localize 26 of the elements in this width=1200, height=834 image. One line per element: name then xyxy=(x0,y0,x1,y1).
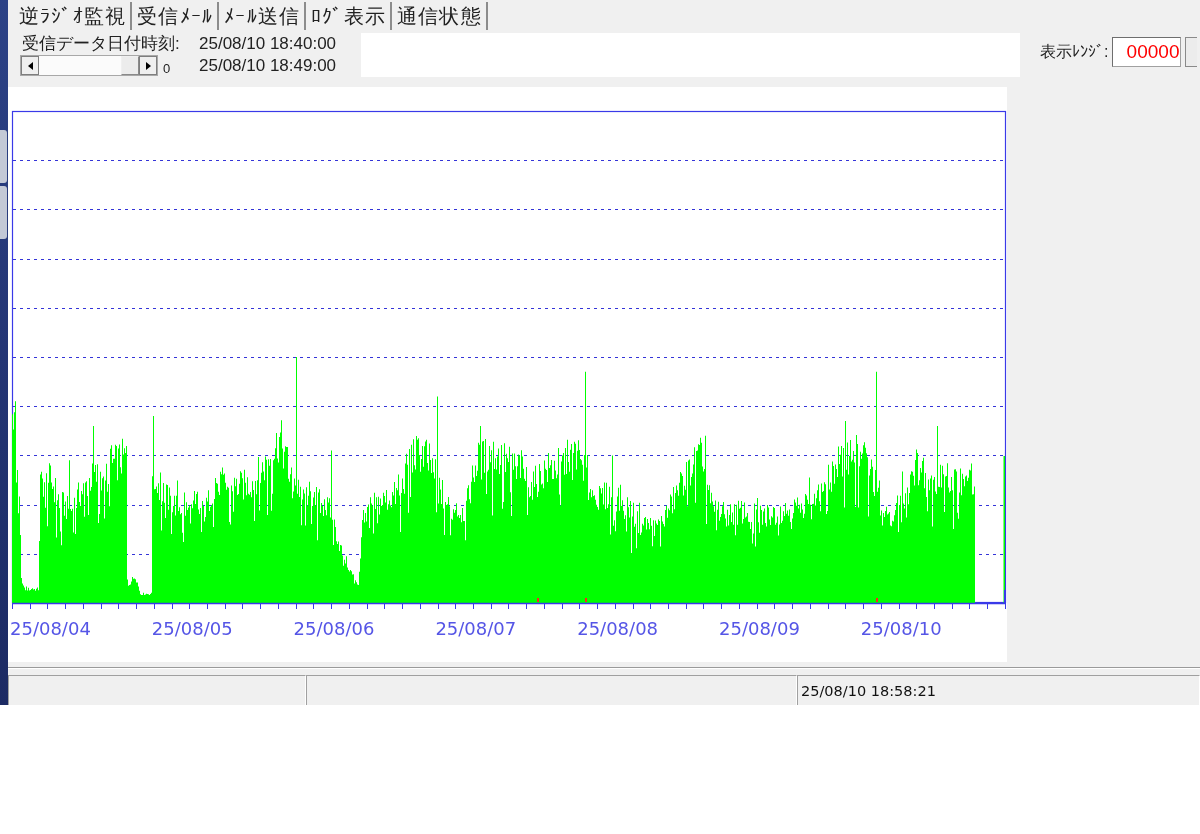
tab[interactable]: ﾛｸﾞ表示 xyxy=(306,2,392,30)
horizontal-scrollbar[interactable] xyxy=(20,55,158,76)
end-time-text: 25/08/10 18:49:00 xyxy=(199,55,338,76)
scroll-right-button[interactable] xyxy=(139,56,157,75)
range-button[interactable] xyxy=(1185,37,1198,67)
tab[interactable]: 受信ﾒｰﾙ xyxy=(132,2,220,30)
date-label: 25/08/09 xyxy=(719,618,800,639)
start-time-text: 25/08/10 18:40:00 xyxy=(199,33,338,54)
tab[interactable]: 通信状態 xyxy=(392,2,488,30)
left-arrow-icon xyxy=(27,61,33,70)
right-arrow-icon xyxy=(145,61,151,70)
scroll-left-button[interactable] xyxy=(21,56,39,75)
range-label: 表示ﾚﾝｼﾞ: xyxy=(1040,41,1109,62)
date-label: 25/08/07 xyxy=(435,618,517,639)
date-time-label: 受信データ日付時刻: xyxy=(22,33,181,55)
date-label: 25/08/04 xyxy=(10,618,91,639)
date-label: 25/08/08 xyxy=(577,618,659,639)
range-field[interactable]: 00000 xyxy=(1112,37,1182,67)
scroll-value-text: 0 xyxy=(163,62,171,76)
tab[interactable]: 逆ﾗｼﾞｵ監視 xyxy=(14,2,133,30)
status-time-text: 25/08/10 18:58:21 xyxy=(800,682,936,699)
date-label: 25/08/06 xyxy=(293,618,375,639)
date-label: 25/08/05 xyxy=(151,618,233,639)
tab[interactable]: ﾒｰﾙ送信 xyxy=(219,2,307,30)
scrollbar-thumb[interactable] xyxy=(121,56,139,75)
date-label: 25/08/10 xyxy=(860,618,942,639)
